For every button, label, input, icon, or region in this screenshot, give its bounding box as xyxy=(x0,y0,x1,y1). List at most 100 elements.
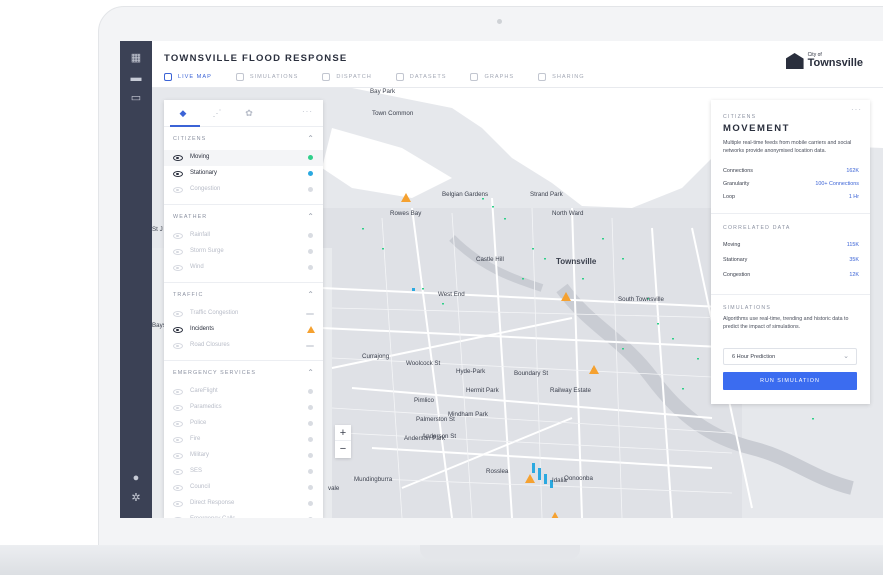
gear-icon[interactable]: ✲ xyxy=(130,493,142,504)
eye-icon[interactable] xyxy=(173,405,183,411)
incident-marker[interactable] xyxy=(550,512,560,518)
layer-label: Council xyxy=(190,484,211,490)
layer-item[interactable]: Storm Surge xyxy=(164,244,323,260)
chevron-up-icon[interactable]: ⌃ xyxy=(307,290,314,299)
zoom-control: + − xyxy=(335,425,351,458)
map-place-label: West End xyxy=(438,291,465,298)
incident-marker[interactable] xyxy=(401,193,411,202)
info-more-icon[interactable]: ··· xyxy=(851,105,862,114)
incident-marker[interactable] xyxy=(525,474,535,483)
eye-icon[interactable] xyxy=(173,343,183,349)
eye-icon[interactable] xyxy=(173,155,183,161)
layer-indicator xyxy=(308,485,313,490)
incident-marker[interactable] xyxy=(561,292,571,301)
section-header[interactable]: EMERGENCY SERVICES ⌃ xyxy=(164,367,323,381)
prediction-select[interactable]: 6 Hour Prediction ⌄ xyxy=(723,348,857,365)
tab-label: DISPATCH xyxy=(336,74,372,80)
layer-item[interactable]: Military xyxy=(164,448,323,464)
panel-more-icon[interactable]: ··· xyxy=(302,107,313,116)
layer-item[interactable]: Fire xyxy=(164,432,323,448)
layer-item[interactable]: Police xyxy=(164,416,323,432)
layer-label: Storm Surge xyxy=(190,248,224,254)
app-screen: ▦ ▬ ▭ ● ✲ TOWNSVILLE FLOOD RESPONSE ··· … xyxy=(120,41,883,518)
section-header[interactable]: TRAFFIC ⌃ xyxy=(164,289,323,303)
layer-item[interactable]: Moving xyxy=(164,150,323,166)
eye-icon[interactable] xyxy=(173,453,183,459)
eye-icon[interactable] xyxy=(173,187,183,193)
tab-graphs[interactable]: GRAPHS xyxy=(470,72,514,82)
layer-indicator xyxy=(308,233,313,238)
correlated-value: 35K xyxy=(849,257,859,263)
eye-icon[interactable] xyxy=(173,421,183,427)
correlated-key: Moving xyxy=(723,242,741,248)
eye-icon[interactable] xyxy=(173,501,183,507)
folder-icon[interactable]: ▬ xyxy=(130,73,142,84)
layer-item[interactable]: Direct Response xyxy=(164,496,323,512)
layer-label: Congestion xyxy=(190,186,221,192)
grid-icon[interactable]: ▦ xyxy=(130,53,142,64)
layer-item[interactable]: CareFlight xyxy=(164,384,323,400)
run-simulation-button[interactable]: RUN SIMULATION xyxy=(723,372,857,390)
map-place-label: Townsville xyxy=(556,257,597,266)
layers-tab-icon[interactable]: ◆ xyxy=(178,108,188,118)
user-icon[interactable]: ● xyxy=(130,473,142,484)
layer-indicator xyxy=(308,187,313,192)
tab-sharing[interactable]: SHARING xyxy=(538,72,585,82)
layer-item[interactable]: Traffic Congestion xyxy=(164,306,323,322)
section-header[interactable]: WEATHER ⌃ xyxy=(164,211,323,225)
stat-row: Loop 1 Hr xyxy=(723,194,859,203)
eye-icon[interactable] xyxy=(173,485,183,491)
info-kicker: CITIZENS xyxy=(723,114,757,120)
tab-simulations[interactable]: SIMULATIONS xyxy=(235,72,299,82)
map-place-label: Belgian Gardens xyxy=(442,191,489,198)
layer-item[interactable]: Incidents xyxy=(164,322,323,338)
eye-icon[interactable] xyxy=(173,469,183,475)
layer-indicator xyxy=(308,405,313,410)
eye-icon[interactable] xyxy=(173,517,183,518)
eye-icon[interactable] xyxy=(173,249,183,255)
layer-label: Stationary xyxy=(190,170,218,176)
refresh-icon xyxy=(470,73,479,81)
eye-icon[interactable] xyxy=(173,233,183,239)
tab-dispatch[interactable]: DISPATCH xyxy=(322,72,371,82)
eye-icon[interactable] xyxy=(173,327,183,333)
section-header[interactable]: CITIZENS ⌃ xyxy=(164,133,323,147)
layer-item[interactable]: SES xyxy=(164,464,323,480)
eye-icon[interactable] xyxy=(173,437,183,443)
zoom-in-button[interactable]: + xyxy=(335,425,351,441)
layer-item[interactable]: Council xyxy=(164,480,323,496)
tab-label: GRAPHS xyxy=(484,74,515,80)
section-title: TRAFFIC xyxy=(173,292,204,298)
correlated-row: Congestion 12K xyxy=(723,272,859,281)
layer-item[interactable]: Stationary xyxy=(164,166,323,182)
chevron-up-icon[interactable]: ⌃ xyxy=(307,134,314,143)
share-icon xyxy=(538,73,547,81)
tab-datasets[interactable]: DATASETS xyxy=(395,72,447,82)
layer-item[interactable]: Emergency Calls xyxy=(164,512,323,518)
feed-tab-icon[interactable]: ⋰ xyxy=(212,108,222,118)
map-place-label: Pimlico xyxy=(414,397,434,404)
zoom-out-button[interactable]: − xyxy=(335,441,351,457)
eye-icon[interactable] xyxy=(173,389,183,395)
eye-icon[interactable] xyxy=(173,171,183,177)
map-place-label: South Townsville xyxy=(618,296,664,303)
layer-item[interactable]: Road Closures xyxy=(164,338,323,354)
layer-item[interactable]: Rainfall xyxy=(164,228,323,244)
correlated-value: 12K xyxy=(849,272,859,278)
tab-live-map[interactable]: LIVE MAP xyxy=(164,72,212,82)
layer-item[interactable]: Wind xyxy=(164,260,323,276)
title-more-icon[interactable]: ··· xyxy=(312,51,325,62)
eye-icon[interactable] xyxy=(173,265,183,271)
code-icon xyxy=(322,73,331,81)
incident-marker[interactable] xyxy=(589,365,599,374)
section-emergency-services: EMERGENCY SERVICES ⌃ CareFlight Paramedics P… xyxy=(164,361,323,518)
chevron-up-icon[interactable]: ⌃ xyxy=(307,212,314,221)
layer-label: Traffic Congestion xyxy=(190,310,239,316)
layer-item[interactable]: Congestion xyxy=(164,182,323,198)
layer-item[interactable]: Paramedics xyxy=(164,400,323,416)
inbox-icon[interactable]: ▭ xyxy=(130,93,142,104)
eye-icon[interactable] xyxy=(173,311,183,317)
chevron-up-icon[interactable]: ⌃ xyxy=(307,368,314,377)
settings-tab-icon[interactable]: ✿ xyxy=(244,108,254,118)
layer-indicator xyxy=(308,421,313,426)
